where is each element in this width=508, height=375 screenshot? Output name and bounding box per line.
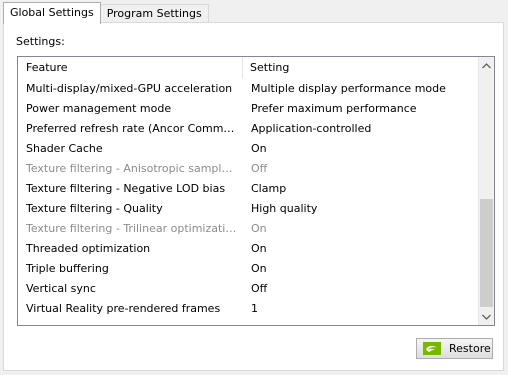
setting-cell[interactable]: Prefer maximum performance: [243, 99, 478, 119]
list-rows: Multi-display/mixed-GPU acceleration Mult…: [18, 79, 478, 319]
table-row[interactable]: Virtual Reality pre-rendered frames 1: [18, 299, 478, 319]
vertical-scrollbar[interactable]: [478, 57, 494, 325]
chevron-down-icon[interactable]: [479, 308, 494, 325]
column-header-setting[interactable]: Setting: [243, 57, 478, 79]
tab-program-settings[interactable]: Program Settings: [99, 4, 209, 23]
setting-cell[interactable]: High quality: [243, 199, 478, 219]
tab-bar: Global Settings Program Settings: [3, 2, 209, 24]
feature-cell: Shader Cache: [26, 142, 103, 155]
setting-cell[interactable]: Multiple display performance mode: [243, 79, 478, 99]
setting-cell[interactable]: On: [243, 239, 478, 259]
feature-cell: Texture filtering - Negative LOD bias: [26, 182, 226, 195]
feature-cell: Texture filtering - Quality: [26, 202, 163, 215]
table-row[interactable]: Triple buffering On: [18, 259, 478, 279]
chevron-up-icon[interactable]: [479, 57, 494, 74]
setting-cell[interactable]: On: [243, 259, 478, 279]
table-row[interactable]: Threaded optimization On: [18, 239, 478, 259]
tab-global-settings[interactable]: Global Settings: [3, 2, 101, 24]
nvidia-logo-icon: [423, 342, 441, 355]
settings-label: Settings:: [16, 35, 65, 48]
table-row[interactable]: Texture filtering - Negative LOD bias Cla…: [18, 179, 478, 199]
list-header: Feature Setting: [18, 57, 478, 79]
setting-cell[interactable]: On: [243, 139, 478, 159]
feature-cell: Vertical sync: [26, 282, 96, 295]
restore-button-label: Restore: [449, 342, 491, 355]
feature-cell: Triple buffering: [26, 262, 109, 275]
restore-button[interactable]: Restore: [416, 338, 493, 359]
global-settings-panel: Settings: Feature Setting Multi-display/…: [3, 22, 504, 371]
table-row[interactable]: Texture filtering - Anisotropic sample o…: [18, 159, 478, 179]
table-row[interactable]: Shader Cache On: [18, 139, 478, 159]
setting-cell[interactable]: On: [243, 219, 478, 239]
feature-cell: Multi-display/mixed-GPU acceleration: [26, 82, 233, 95]
settings-list[interactable]: Feature Setting Multi-display/mixed-GPU …: [17, 56, 495, 326]
setting-cell[interactable]: Application-controlled: [243, 119, 478, 139]
setting-cell[interactable]: Clamp: [243, 179, 478, 199]
setting-cell[interactable]: Off: [243, 279, 478, 299]
setting-cell[interactable]: 1: [243, 299, 478, 319]
feature-cell: Preferred refresh rate (Ancor Communicat…: [26, 122, 243, 135]
table-row[interactable]: Vertical sync Off: [18, 279, 478, 299]
feature-cell: Texture filtering - Trilinear optimizati…: [26, 222, 240, 235]
feature-cell: Texture filtering - Anisotropic sample o…: [26, 162, 243, 175]
column-header-feature[interactable]: Feature: [18, 57, 243, 79]
scrollbar-thumb[interactable]: [480, 199, 493, 307]
table-row[interactable]: Preferred refresh rate (Ancor Communicat…: [18, 119, 478, 139]
feature-cell: Power management mode: [26, 102, 172, 115]
feature-cell: Virtual Reality pre-rendered frames: [26, 302, 221, 315]
setting-cell[interactable]: Off: [243, 159, 478, 179]
table-row[interactable]: Texture filtering - Quality High quality: [18, 199, 478, 219]
table-row[interactable]: Power management mode Prefer maximum perf…: [18, 99, 478, 119]
table-row[interactable]: Texture filtering - Trilinear optimizati…: [18, 219, 478, 239]
feature-cell: Threaded optimization: [26, 242, 151, 255]
table-row[interactable]: Multi-display/mixed-GPU acceleration Mult…: [18, 79, 478, 99]
